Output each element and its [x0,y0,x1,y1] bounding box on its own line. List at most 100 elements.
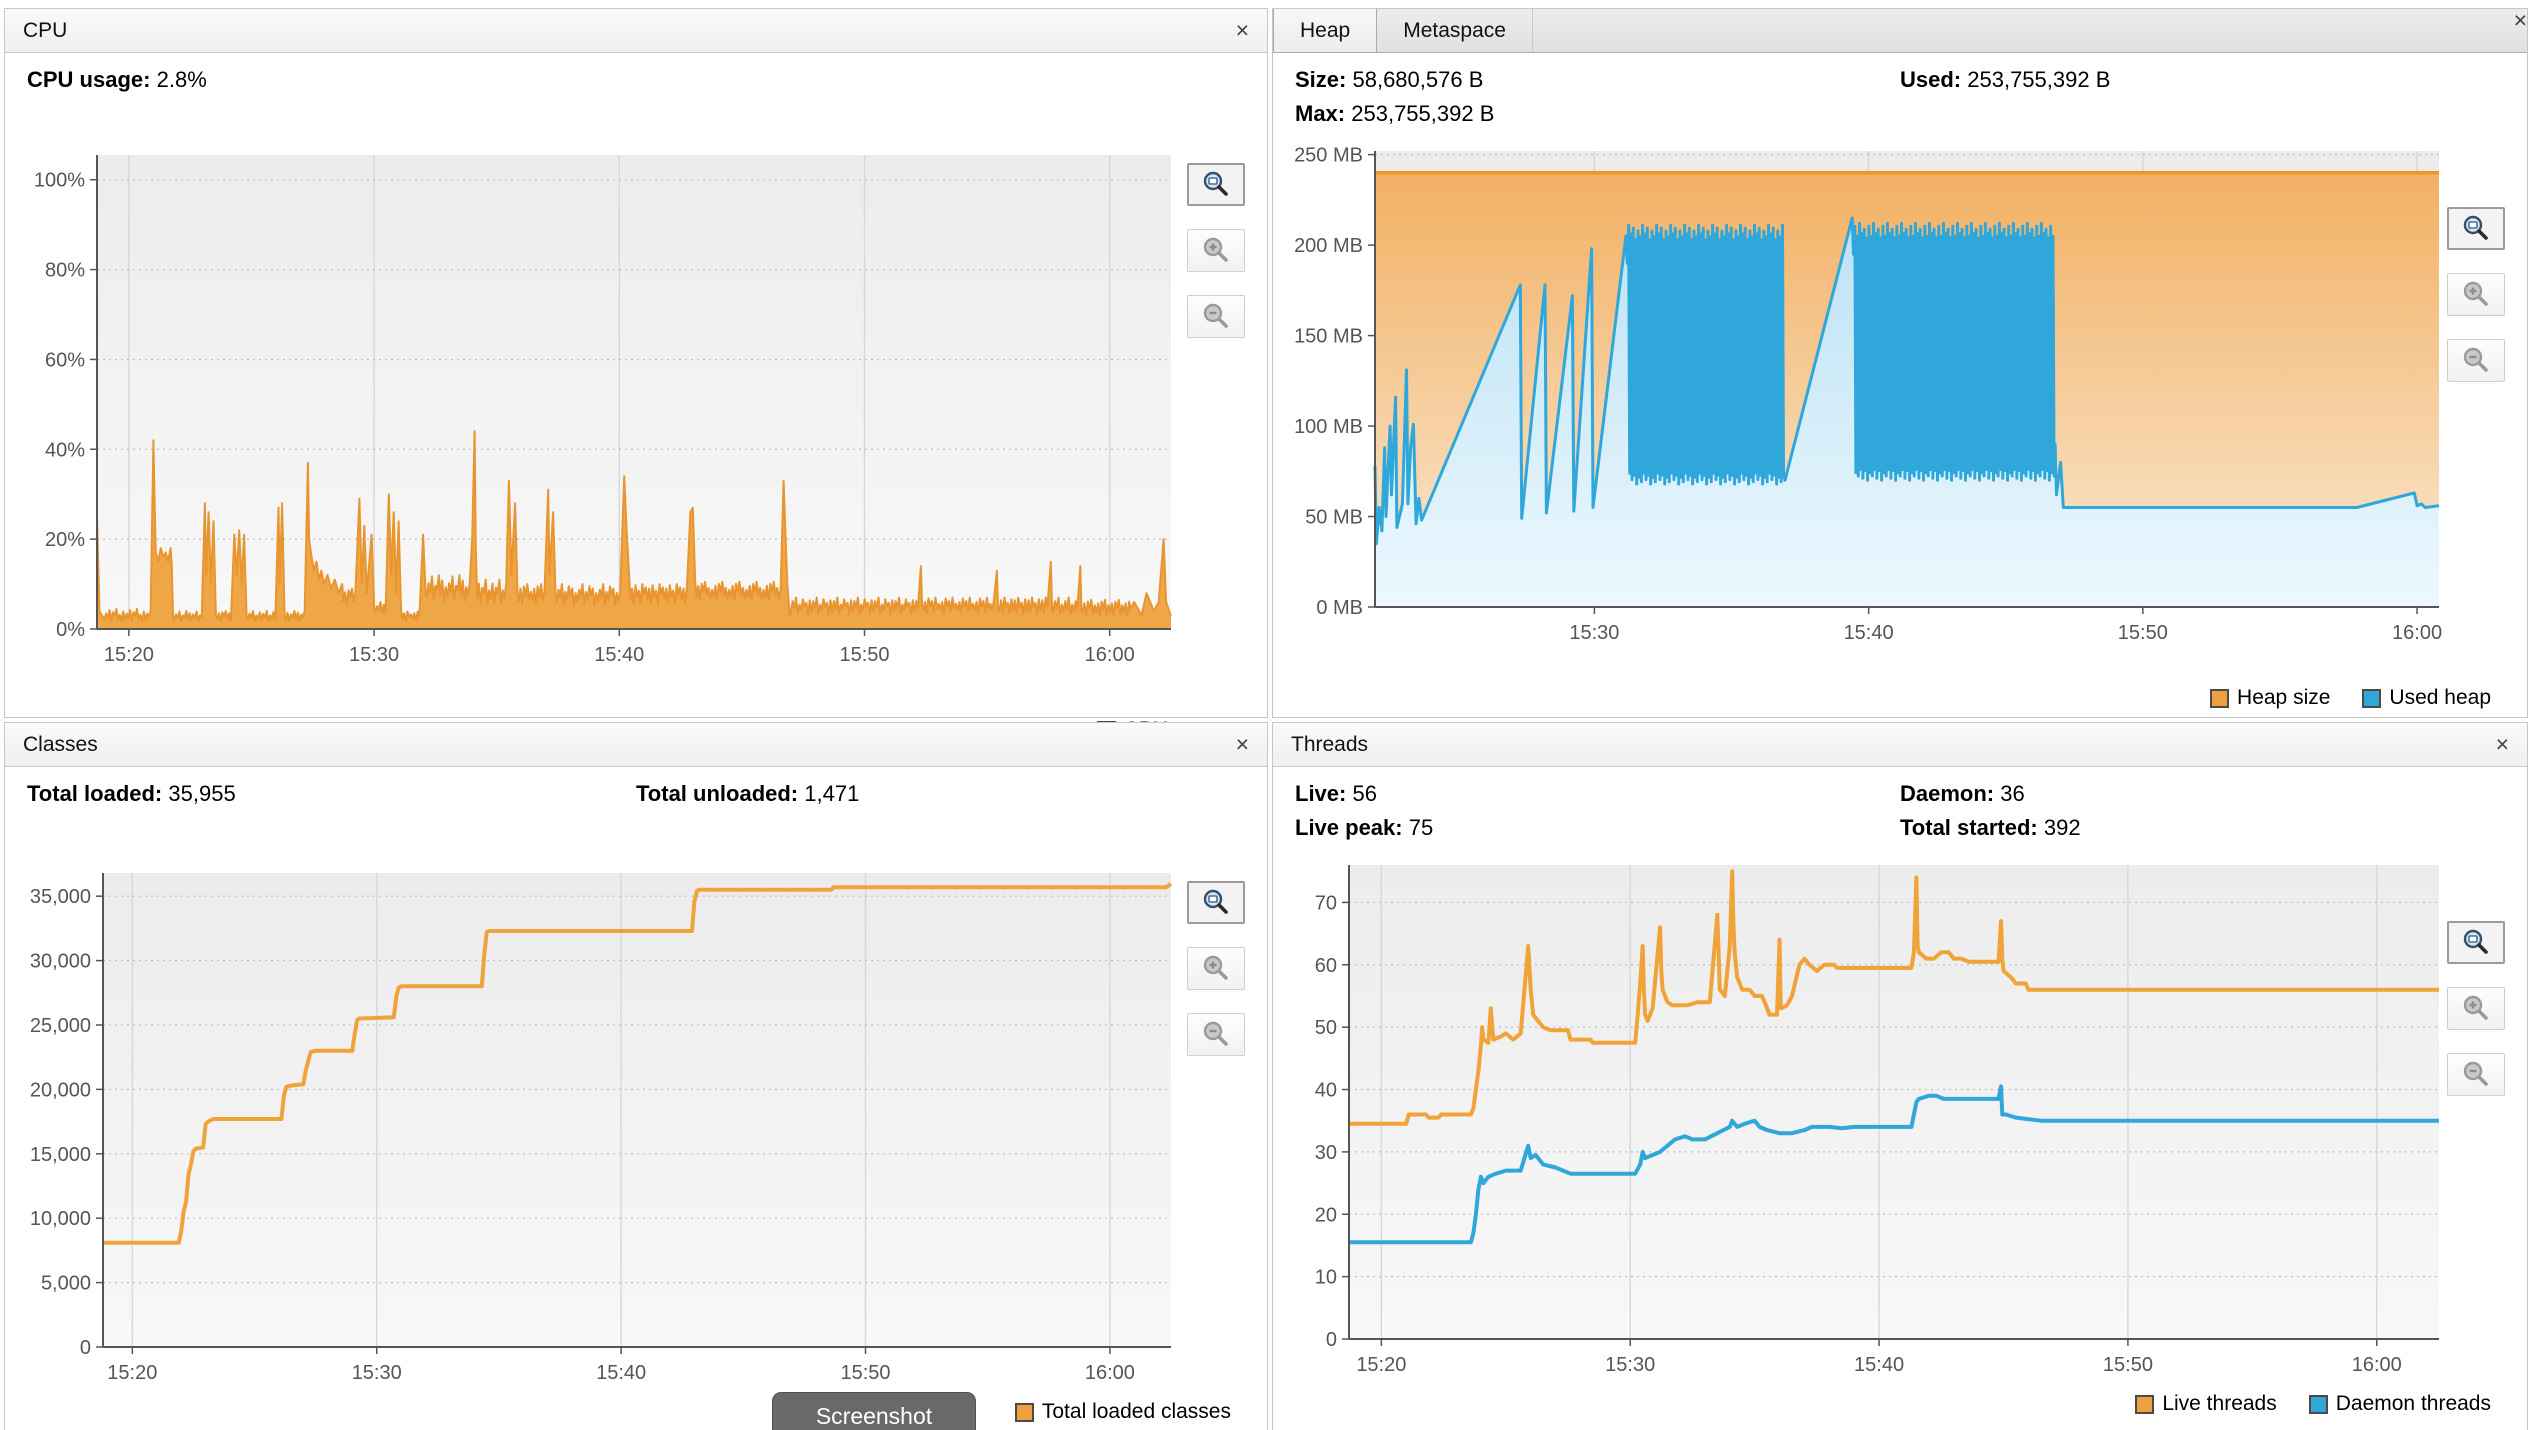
cpu-fixed-scale-button[interactable] [1187,163,1245,206]
magnifier-minus-icon [2461,346,2491,376]
threads-close-icon[interactable]: × [2496,733,2509,756]
svg-text:30: 30 [1315,1142,1337,1164]
threads-chart[interactable]: 01020304050607015:2015:3015:4015:5016:00 [1279,851,2459,1383]
magnifier-fit-icon [1201,170,1231,200]
threads-stats: Live: 56 Daemon: 36 Live peak: 75 Total … [1273,767,2527,845]
svg-text:70: 70 [1315,892,1337,914]
cpu-chart[interactable]: 0%20%40%60%80%100%15:2015:3015:4015:5016… [11,141,1191,689]
cpu-usage-value: 2.8% [157,67,207,92]
svg-text:16:00: 16:00 [2352,1354,2402,1376]
classes-legend: Total loaded classes [5,1397,1267,1427]
tab-metaspace[interactable]: Metaspace [1377,9,1533,52]
heap-size-label: Size: [1295,67,1346,92]
threads-panel: Threads × Live: 56 Daemon: 36 Live peak:… [1272,722,2528,1430]
classes-close-icon[interactable]: × [1236,733,1249,756]
threads-fixed-scale-button[interactable] [2447,921,2505,964]
svg-text:15:30: 15:30 [1605,1354,1655,1376]
svg-text:0%: 0% [56,619,85,641]
svg-text:40%: 40% [45,439,85,461]
magnifier-plus-icon [1201,954,1231,984]
threads-live-peak-stat: Live peak: 75 [1295,811,1900,845]
cpu-usage-label: CPU usage: [27,67,150,92]
svg-text:200 MB: 200 MB [1294,235,1363,257]
threads-panel-title: Threads [1291,733,1368,757]
classes-chart[interactable]: 05,00010,00015,00020,00025,00030,00035,0… [11,859,1191,1391]
threads-panel-header: Threads × [1273,723,2527,767]
classes-zoom-controls [1187,881,1245,1056]
threads-live-value: 56 [1352,781,1376,806]
svg-text:15:30: 15:30 [349,644,399,666]
magnifier-plus-icon [2461,994,2491,1024]
legend-label: Total loaded classes [1042,1400,1231,1424]
cpu-zoom-in-button[interactable] [1187,229,1245,272]
threads-live-label: Live: [1295,781,1346,806]
svg-text:150 MB: 150 MB [1294,326,1363,348]
cpu-usage-stat: CPU usage: 2.8% [27,63,1245,97]
loaded-classes-swatch [1015,1403,1034,1422]
heap-used-stat: Used: 253,755,392 B [1900,63,2505,97]
svg-text:60: 60 [1315,955,1337,977]
threads-legend: Live threads Daemon threads [1273,1389,2527,1419]
tab-heap[interactable]: Heap [1273,9,1377,52]
heap-max-label: Max: [1295,101,1345,126]
legend-label: Daemon threads [2336,1392,2491,1416]
threads-live-peak-label: Live peak: [1295,815,1403,840]
threads-total-started-stat: Total started: 392 [1900,811,2505,845]
threads-zoom-in-button[interactable] [2447,987,2505,1030]
svg-text:15:40: 15:40 [1844,622,1894,644]
heap-legend: Heap size Used heap [1273,683,2527,713]
svg-text:15:20: 15:20 [1356,1354,1406,1376]
svg-text:10: 10 [1315,1267,1337,1289]
magnifier-minus-icon [1201,302,1231,332]
threads-live-stat: Live: 56 [1295,777,1900,811]
svg-text:0: 0 [1326,1329,1337,1351]
heap-max-stat: Max: 253,755,392 B [1295,97,1900,131]
magnifier-minus-icon [1201,1020,1231,1050]
classes-zoom-in-button[interactable] [1187,947,1245,990]
svg-text:25,000: 25,000 [30,1015,91,1037]
heap-zoom-controls [2447,207,2505,382]
svg-text:0: 0 [80,1337,91,1359]
heap-fixed-scale-button[interactable] [2447,207,2505,250]
legend-label: Used heap [2389,686,2491,710]
threads-daemon-label: Daemon: [1900,781,1994,806]
live-threads-swatch [2135,1395,2154,1414]
screenshot-button[interactable]: Screenshot [772,1392,976,1430]
heap-zoom-out-button[interactable] [2447,339,2505,382]
classes-zoom-out-button[interactable] [1187,1013,1245,1056]
svg-text:100 MB: 100 MB [1294,416,1363,438]
classes-panel-title: Classes [23,733,98,757]
classes-loaded-stat: Total loaded: 35,955 [27,777,636,811]
heap-size-stat: Size: 58,680,576 B [1295,63,1900,97]
heap-zoom-in-button[interactable] [2447,273,2505,316]
used-heap-swatch [2362,689,2381,708]
svg-text:15:50: 15:50 [2103,1354,2153,1376]
magnifier-plus-icon [2461,280,2491,310]
svg-text:20,000: 20,000 [30,1079,91,1101]
classes-unloaded-stat: Total unloaded: 1,471 [636,777,1245,811]
threads-daemon-value: 36 [2000,781,2024,806]
heap-chart[interactable]: 0 MB50 MB100 MB150 MB200 MB250 MB15:3015… [1279,137,2459,657]
threads-total-started-value: 392 [2044,815,2081,840]
heap-close-icon[interactable]: × [2514,9,2527,52]
svg-text:80%: 80% [45,260,85,282]
classes-panel: Classes × Total loaded: 35,955 Total unl… [4,722,1268,1430]
cpu-zoom-controls [1187,163,1245,338]
svg-text:20%: 20% [45,529,85,551]
classes-fixed-scale-button[interactable] [1187,881,1245,924]
magnifier-minus-icon [2461,1060,2491,1090]
cpu-close-icon[interactable]: × [1236,19,1249,42]
svg-text:35,000: 35,000 [30,886,91,908]
svg-text:16:00: 16:00 [1085,644,1135,666]
threads-zoom-out-button[interactable] [2447,1053,2505,1096]
magnifier-fit-icon [1201,888,1231,918]
svg-text:15:50: 15:50 [840,1362,890,1384]
svg-text:250 MB: 250 MB [1294,145,1363,167]
svg-text:50 MB: 50 MB [1305,507,1363,529]
daemon-threads-swatch [2309,1395,2328,1414]
svg-text:50: 50 [1315,1017,1337,1039]
svg-text:15:30: 15:30 [352,1362,402,1384]
cpu-zoom-out-button[interactable] [1187,295,1245,338]
legend-item: Live threads [2135,1392,2276,1416]
visualvm-monitor-page: CPU × CPU usage: 2.8% 0%20%40%60%80%100%… [0,0,2532,1430]
